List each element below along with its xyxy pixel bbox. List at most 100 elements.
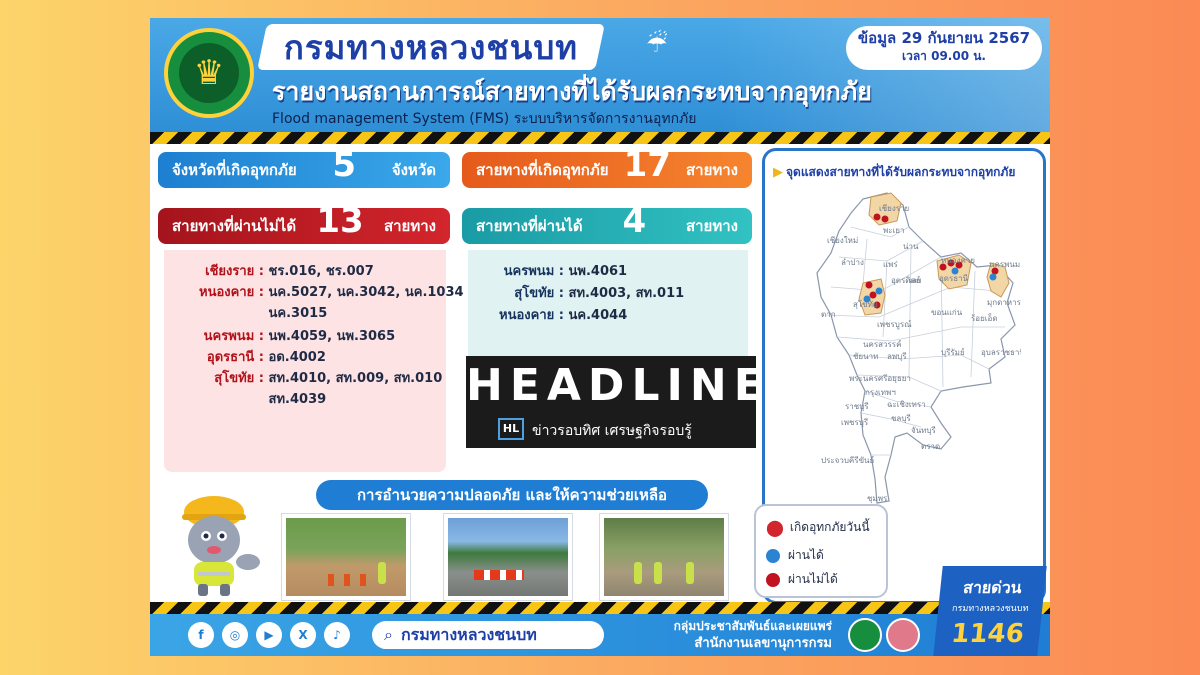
- report-title: รายงานสถานการณ์สายทางที่ได้รับผลกระทบจาก…: [272, 77, 872, 106]
- stat-unit: จังหวัด: [391, 161, 436, 179]
- stat-value: 13: [316, 201, 364, 241]
- map-label: เชียงราย: [879, 204, 909, 213]
- map-label: แพร่: [883, 260, 898, 269]
- route-row: สท.4039: [268, 392, 327, 407]
- map-label: น่าน: [903, 242, 919, 251]
- report-time: เวลา 09.00 น.: [901, 49, 986, 63]
- map-label: เพชรบูรณ์: [877, 319, 912, 330]
- headline-watermark: HEADLINE HL ข่าวรอบทิศ เศรษฐกิจรอบรู้: [466, 356, 771, 448]
- map-label: ตราด: [921, 442, 940, 451]
- headline-wordmark: HEADLINE: [466, 360, 771, 411]
- map-label: ตาก: [821, 310, 836, 319]
- route-row: สุโขทัย : สท.4003, สท.011: [514, 286, 685, 301]
- map-label: ราชบุรี: [845, 402, 869, 411]
- map-label: เพชรบุรี: [841, 418, 869, 427]
- legend-item: ผ่านไม่ได้: [766, 570, 838, 589]
- route-row: นครพนม : นพ.4059, นพ.3065: [203, 329, 396, 344]
- stat-value: 4: [622, 201, 647, 241]
- marker-blocked: [881, 215, 889, 223]
- legend-item: ผ่านได้: [766, 546, 824, 565]
- report-date: ข้อมูล 29 กันยายน 2567: [857, 29, 1031, 47]
- map-label: ร้อยเอ็ด: [971, 313, 998, 323]
- marker-passable: [875, 287, 883, 295]
- footer-organization: กลุ่มประชาสัมพันธ์และเผยแพร่ สำนักงานเลข…: [673, 619, 832, 651]
- hazard-stripe-bottom: [150, 602, 1050, 614]
- report-subtitle: Flood management System (FMS) ระบบบริหาร…: [272, 111, 697, 127]
- stat-label: จังหวัดที่เกิดอุทกภัย: [172, 161, 297, 179]
- map-label: มุกดาหาร: [987, 298, 1021, 307]
- search-icon: ⌕: [384, 625, 393, 644]
- stat-card-provinces: จังหวัดที่เกิดอุทกภัย 5 จังหวัด: [158, 148, 450, 188]
- map-label: นครสวรรค์: [863, 339, 901, 349]
- route-row: หนองคาย : นค.4044: [499, 308, 628, 323]
- map-label: ฉะเชิงเทรา: [887, 400, 926, 409]
- map-pin-icon: ⬤: [766, 517, 784, 537]
- map-label: ชุมพร: [867, 494, 888, 503]
- headline-tagline: ข่าวรอบทิศ เศรษฐกิจรอบรู้: [532, 423, 692, 439]
- safety-photo-3: [600, 514, 728, 600]
- map-label: ลพบุรี: [887, 352, 907, 361]
- stat-label: สายทางที่ผ่านได้: [476, 217, 583, 235]
- footer: f ◎ ▶ X ♪ ⌕ กรมทางหลวงชนบท กลุ่มประชาสัม…: [150, 614, 1050, 656]
- search-text: กรมทางหลวงชนบท: [400, 624, 537, 644]
- department-logo: ♛: [164, 28, 254, 118]
- date-badge: ข้อมูล 29 กันยายน 2567 เวลา 09.00 น.: [846, 26, 1042, 70]
- route-row: นค.3015: [268, 306, 328, 321]
- route-row: อุดรธานี : อด.4002: [206, 350, 326, 365]
- map-label: ชัยนาท: [853, 352, 878, 361]
- department-title-box: กรมทางหลวงชนบท: [257, 24, 606, 70]
- route-row: นครพนม : นพ.4061: [503, 264, 628, 279]
- department-name: กรมทางหลวงชนบท: [284, 27, 579, 67]
- map-label: สุโขทัย: [853, 299, 878, 309]
- marker-blocked: [865, 281, 873, 289]
- safety-photo-2: [444, 514, 572, 600]
- mascot-worker-icon: [182, 496, 260, 596]
- map-label: พระนครศรีอยุธยา: [849, 374, 911, 383]
- route-row: สุโขทัย : สท.4010, สท.009, สท.010: [214, 371, 443, 386]
- cloud-rain-icon: ☔: [646, 30, 668, 58]
- youtube-icon[interactable]: ▶: [256, 622, 282, 648]
- map-label: ขอนแก่น: [931, 308, 963, 317]
- hotline-org: กรมทางหลวงชนบท: [951, 604, 1029, 614]
- map-label: ประจวบคีรีขันธ์: [821, 455, 875, 465]
- route-row: เชียงราย : ชร.016, ชร.007: [205, 264, 374, 279]
- department-seal-icon: [848, 618, 882, 652]
- map-label: หนองคาย: [941, 256, 975, 265]
- legend-item: ⬤ เกิดอุทกภัยวันนี้: [766, 517, 870, 537]
- instagram-icon[interactable]: ◎: [222, 622, 248, 648]
- map-label: เชียงใหม่: [827, 236, 858, 245]
- map-label: บุรีรัมย์: [941, 347, 965, 357]
- map-title: ▶ จุดแสดงสายทางที่ได้รับผลกระทบจากอุทกภัย: [773, 165, 1016, 180]
- hotline-label: สายด่วน: [962, 578, 1023, 597]
- stat-card-blocked-routes: สายทางที่ผ่านไม่ได้ 13 สายทาง: [158, 204, 450, 244]
- marker-blocked: [873, 213, 881, 221]
- safety-photo-1: [282, 514, 410, 600]
- map-label: พะเยา: [883, 226, 904, 235]
- map-label: อุดรธานี: [939, 274, 969, 283]
- x-icon[interactable]: X: [290, 622, 316, 648]
- marker-blocked: [869, 291, 877, 299]
- passable-routes-panel: นครพนม : นพ.4061 สุโขทัย : สท.4003, สท.0…: [468, 250, 748, 370]
- map-label: จันทบุรี: [911, 426, 937, 435]
- safety-banner: การอำนวยความปลอดภัย และให้ความช่วยเหลือ: [316, 480, 708, 510]
- facebook-icon[interactable]: f: [188, 622, 214, 648]
- map-legend: ⬤ เกิดอุทกภัยวันนี้ ผ่านได้ ผ่านไม่ได้: [754, 504, 888, 598]
- stat-unit: สายทาง: [383, 217, 436, 235]
- stat-card-affected-routes: สายทางที่เกิดอุทกภัย 17 สายทาง: [462, 148, 752, 188]
- department-emblem-icon: ♛: [179, 43, 239, 103]
- stat-value: 17: [623, 145, 671, 185]
- blocked-dot-icon: [766, 572, 780, 587]
- passable-dot-icon: [766, 548, 780, 563]
- stat-label: สายทางที่ผ่านไม่ได้: [172, 217, 297, 235]
- tiktok-icon[interactable]: ♪: [324, 622, 350, 648]
- hazard-stripe-top: [150, 132, 1050, 144]
- route-row: หนองคาย : นค.5027, นค.3042, นค.1034: [199, 285, 464, 300]
- hotline-number: 1146: [949, 619, 1026, 649]
- stat-value: 5: [332, 145, 357, 185]
- map-label: ลำปาง: [841, 258, 864, 267]
- hotline-badge: สายด่วน กรมทางหลวงชนบท 1146: [933, 566, 1047, 656]
- map-label: กรุงเทพฯ: [865, 388, 896, 397]
- blocked-routes-panel: ≈≈≈≈≈ เชียงราย : ชร.016, ชร.007 หนองคาย …: [164, 250, 464, 656]
- ministry-seal-icon: [886, 618, 920, 652]
- search-pill[interactable]: ⌕ กรมทางหลวงชนบท: [372, 621, 604, 649]
